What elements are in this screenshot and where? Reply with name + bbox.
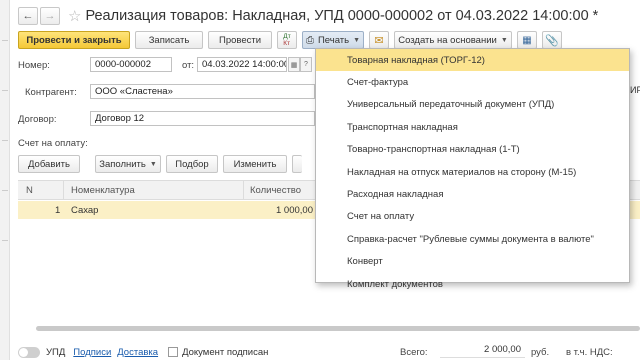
column-header-item[interactable]: Номенклатура <box>71 185 135 196</box>
print-label: Печать <box>317 34 350 46</box>
arrow-right-icon: → <box>44 10 56 22</box>
total-label: Всего: <box>400 347 428 358</box>
main-toolbar: Провести и закрыть Записать Провести Дт … <box>18 31 567 49</box>
structure-button[interactable]: ▦ <box>517 31 537 49</box>
truncated-right-field: ИР <box>630 85 640 95</box>
forward-button[interactable]: → <box>40 7 60 25</box>
number-field[interactable]: 0000-000002 <box>90 57 172 72</box>
signatures-link[interactable]: Подписи <box>73 347 111 358</box>
save-button[interactable]: Записать <box>135 31 203 49</box>
contract-field[interactable]: Договор 12 <box>90 111 315 126</box>
star-icon[interactable]: ☆ <box>68 7 81 25</box>
print-menu-item-document-set[interactable]: Комплект документов <box>316 273 629 295</box>
post-and-close-button[interactable]: Провести и закрыть <box>18 31 130 49</box>
column-header-quantity[interactable]: Количество <box>250 185 301 196</box>
print-menu-item-invoice[interactable]: Счет-фактура <box>316 71 629 93</box>
print-menu-item-currency-statement[interactable]: Справка-расчет "Рублевые суммы документа… <box>316 228 629 250</box>
date-field[interactable]: 04.03.2022 14:00:00 <box>197 57 287 72</box>
signed-checkbox[interactable] <box>168 347 179 357</box>
chevron-down-icon: ▼ <box>353 36 361 44</box>
row-quantity: 1 000,00 <box>276 205 313 216</box>
add-row-button[interactable]: Добавить <box>18 155 80 173</box>
calendar-button[interactable]: ▦ <box>288 57 300 72</box>
counterparty-field[interactable]: ООО «Сластена» <box>90 84 315 99</box>
arrow-left-icon: ← <box>22 10 34 22</box>
upd-label: УПД <box>46 346 66 358</box>
post-button[interactable]: Провести <box>208 31 272 49</box>
column-divider <box>63 181 64 200</box>
table-toolbar: Добавить Заполнить ▼ Подбор Изменить <box>18 155 307 173</box>
fill-button[interactable]: Заполнить ▼ <box>95 155 161 173</box>
horizontal-scrollbar[interactable] <box>36 326 640 331</box>
row-number: 1 <box>55 205 61 216</box>
footer-bar: УПД Подписи Доставка Документ подписан <box>18 345 268 359</box>
date-label: от: <box>182 60 195 71</box>
print-menu-item-dispatch-note[interactable]: Расходная накладная <box>316 183 629 205</box>
question-icon: ? <box>304 61 308 68</box>
printer-icon: ⎙ <box>305 34 314 46</box>
dt-kt-button[interactable]: Дт Кт <box>277 31 297 49</box>
print-menu-item-transport-waybill[interactable]: Транспортная накладная <box>316 116 629 138</box>
column-divider <box>243 181 244 200</box>
panel-marker <box>2 240 8 241</box>
more-button[interactable] <box>292 155 302 173</box>
signed-label: Документ подписан <box>182 346 269 358</box>
counterparty-label: Контрагент: <box>25 87 77 98</box>
select-items-button[interactable]: Подбор <box>166 155 218 173</box>
print-menu-item-envelope[interactable]: Конверт <box>316 251 629 273</box>
print-menu-item-m15[interactable]: Накладная на отпуск материалов на сторон… <box>316 161 629 183</box>
attach-button[interactable]: 📎 <box>542 31 562 49</box>
vat-label: в т.ч. НДС: <box>566 347 613 358</box>
panel-marker <box>2 90 8 91</box>
envelope-icon: ✉ <box>374 34 384 47</box>
print-menu-item-upd[interactable]: Универсальный передаточный документ (УПД… <box>316 94 629 116</box>
total-value: 2 000,00 <box>440 344 525 358</box>
calendar-icon: ▦ <box>290 61 298 69</box>
print-menu-item-payment-invoice[interactable]: Счет на оплату <box>316 206 629 228</box>
currency-label: руб. <box>531 347 550 358</box>
structure-icon: ▦ <box>522 34 532 46</box>
number-label: Номер: <box>18 60 50 71</box>
panel-marker <box>2 140 8 141</box>
edit-button[interactable]: Изменить <box>223 155 287 173</box>
invoice-label: Счет на оплату: <box>18 138 88 149</box>
print-menu: Товарная накладная (ТОРГ-12) Счет-фактур… <box>315 48 630 290</box>
print-menu-item-torg12[interactable]: Товарная накладная (ТОРГ-12) <box>316 49 629 72</box>
page-title: Реализация товаров: Накладная, УПД 0000-… <box>85 8 599 24</box>
back-button[interactable]: ← <box>18 7 38 25</box>
contract-label: Договор: <box>18 114 57 125</box>
chevron-down-icon: ▼ <box>500 36 508 44</box>
paperclip-icon: 📎 <box>545 34 559 47</box>
dt-kt-icon: Дт Кт <box>283 33 291 47</box>
create-based-on-button[interactable]: Создать на основании ▼ <box>394 31 512 49</box>
upd-toggle[interactable] <box>18 346 40 358</box>
email-button[interactable]: ✉ <box>369 31 389 49</box>
print-menu-item-ttn[interactable]: Товарно-транспортная накладная (1-Т) <box>316 139 629 161</box>
delivery-link[interactable]: Доставка <box>117 347 158 358</box>
print-button[interactable]: ⎙ Печать ▼ <box>302 31 364 49</box>
chevron-down-icon: ▼ <box>149 160 157 168</box>
panel-marker <box>2 40 8 41</box>
column-header-n[interactable]: N <box>26 185 33 196</box>
help-button[interactable]: ? <box>300 57 312 72</box>
title-bar: ← → ☆ Реализация товаров: Накладная, УПД… <box>18 6 598 26</box>
panel-marker <box>2 190 8 191</box>
left-panel-strip <box>0 0 10 360</box>
row-item: Сахар <box>71 205 99 216</box>
